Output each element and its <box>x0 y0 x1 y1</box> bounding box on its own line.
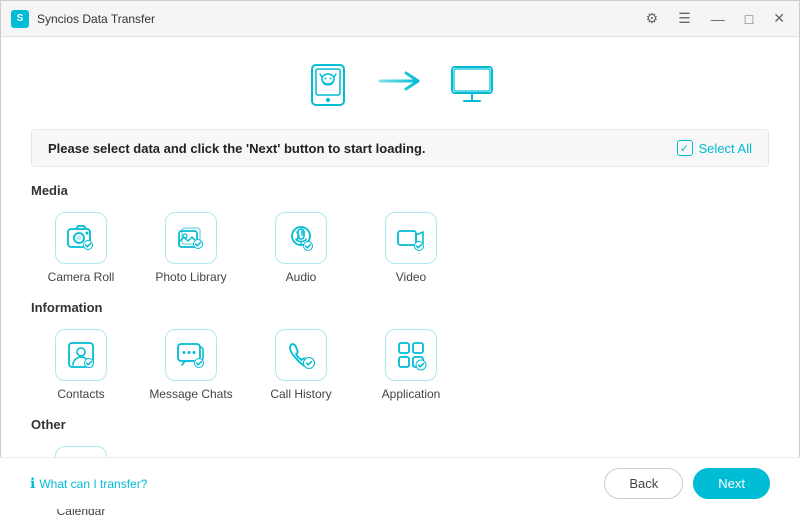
app-title: Syncios Data Transfer <box>37 12 642 26</box>
item-application-label: Application <box>382 387 441 401</box>
transfer-arrow-icon <box>376 65 424 105</box>
footer: ℹ What can I transfer? Back Next <box>0 457 800 509</box>
select-all-checkbox[interactable]: ✓ <box>677 140 693 156</box>
item-application[interactable]: Application <box>361 323 461 407</box>
help-link[interactable]: ℹ What can I transfer? <box>30 475 147 492</box>
close-button[interactable]: ✕ <box>769 8 789 29</box>
item-video-label: Video <box>396 270 426 284</box>
category-information: Information Contacts <box>31 300 769 407</box>
item-photo-library-label: Photo Library <box>155 270 226 284</box>
item-contacts-label: Contacts <box>57 387 104 401</box>
menu-icon[interactable]: ☰ <box>674 8 695 29</box>
media-items-grid: Camera Roll <box>31 206 769 290</box>
info-icon: ℹ <box>30 475 35 492</box>
select-all-label: Select All <box>699 141 752 156</box>
back-button[interactable]: Back <box>604 468 683 499</box>
item-audio[interactable]: Audio <box>251 206 351 290</box>
instructions-text: Please select data and click the 'Next' … <box>48 141 426 156</box>
help-link-label: What can I transfer? <box>39 477 147 491</box>
maximize-button[interactable]: □ <box>741 9 757 29</box>
footer-buttons: Back Next <box>604 468 770 499</box>
item-message-chats-label: Message Chats <box>149 387 232 401</box>
settings-icon[interactable]: ⚙ <box>642 8 663 29</box>
information-items-grid: Contacts <box>31 323 769 407</box>
item-video[interactable]: Video <box>361 206 461 290</box>
category-information-title: Information <box>31 300 769 315</box>
window-controls[interactable]: ⚙ ☰ — □ ✕ <box>642 8 789 29</box>
minimize-button[interactable]: — <box>707 9 729 29</box>
app-logo: S <box>11 10 29 28</box>
item-message-chats[interactable]: Message Chats <box>141 323 241 407</box>
main-content: Please select data and click the 'Next' … <box>1 37 799 524</box>
instructions-bar: Please select data and click the 'Next' … <box>31 129 769 167</box>
source-device-icon <box>300 57 356 113</box>
item-camera-roll-label: Camera Roll <box>48 270 115 284</box>
title-bar: S Syncios Data Transfer ⚙ ☰ — □ ✕ <box>1 1 799 37</box>
item-photo-library[interactable]: Photo Library <box>141 206 241 290</box>
select-all-container[interactable]: ✓ Select All <box>677 140 752 156</box>
item-camera-roll[interactable]: Camera Roll <box>31 206 131 290</box>
item-audio-label: Audio <box>286 270 317 284</box>
item-contacts[interactable]: Contacts <box>31 323 131 407</box>
target-device-icon <box>444 57 500 113</box>
next-button[interactable]: Next <box>693 468 770 499</box>
item-call-history-label: Call History <box>270 387 331 401</box>
transfer-header <box>31 37 769 129</box>
category-media-title: Media <box>31 183 769 198</box>
item-call-history[interactable]: Call History <box>251 323 351 407</box>
category-media: Media <box>31 183 769 290</box>
category-other-title: Other <box>31 417 769 432</box>
